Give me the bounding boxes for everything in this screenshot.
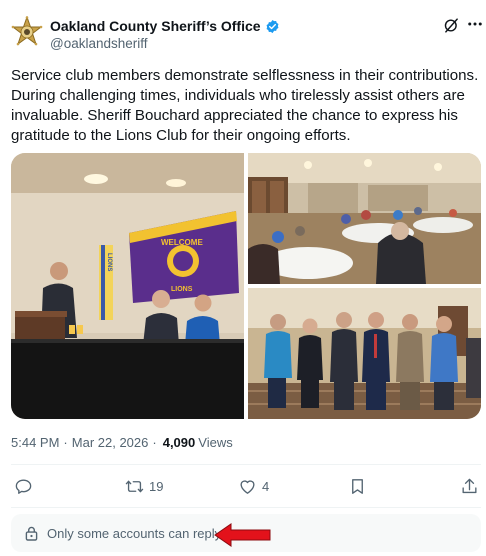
flag-lions-text: LIONS bbox=[106, 253, 112, 271]
reply-icon bbox=[15, 478, 32, 494]
divider-top bbox=[11, 464, 481, 465]
photo-banquet-room[interactable] bbox=[248, 153, 481, 284]
repost-count: 19 bbox=[149, 478, 164, 494]
banner-welcome-text: WELCOME bbox=[161, 238, 203, 247]
repost-icon bbox=[125, 480, 144, 492]
reply-button[interactable] bbox=[14, 472, 38, 500]
media-grid: WELCOME LIONS LIONS bbox=[11, 153, 481, 419]
views-count[interactable]: 4,090 bbox=[163, 435, 196, 450]
repost-button[interactable]: 19 bbox=[125, 472, 163, 500]
post-meta: 5:44 PM · Mar 22, 2026 · 4,090 Views bbox=[11, 435, 233, 450]
post-date[interactable]: Mar 22, 2026 bbox=[72, 435, 149, 450]
heart-icon bbox=[240, 479, 255, 494]
banner-lions-text: LIONS bbox=[171, 286, 193, 293]
action-bar: 19 4 bbox=[11, 472, 481, 500]
bookmark-button[interactable] bbox=[348, 472, 367, 500]
author-name-row[interactable]: Oakland County Sheriff’s Office bbox=[50, 18, 280, 34]
meta-separator: · bbox=[152, 435, 157, 450]
post-header: Oakland County Sheriff’s Office @oakland… bbox=[11, 14, 484, 58]
share-button[interactable] bbox=[460, 472, 479, 500]
bookmark-icon bbox=[352, 478, 363, 494]
more-options-icon[interactable] bbox=[466, 15, 484, 33]
meta-separator: · bbox=[63, 435, 68, 450]
photo-speaker-podium[interactable]: WELCOME LIONS LIONS bbox=[11, 153, 244, 419]
share-icon bbox=[462, 478, 477, 493]
lock-icon bbox=[25, 526, 38, 541]
author-display-name[interactable]: Oakland County Sheriff’s Office bbox=[50, 18, 261, 34]
divider-bottom bbox=[11, 507, 481, 508]
reply-restriction-text: Only some accounts can reply. bbox=[47, 525, 224, 541]
post-text: Service club members demonstrate selfles… bbox=[11, 67, 479, 144]
grok-icon[interactable] bbox=[443, 17, 460, 34]
like-button[interactable]: 4 bbox=[238, 472, 269, 500]
views-label: Views bbox=[198, 435, 233, 450]
like-count: 4 bbox=[262, 478, 270, 494]
post-time[interactable]: 5:44 PM bbox=[11, 435, 59, 450]
sheriff-star-badge-icon[interactable] bbox=[11, 16, 43, 50]
photo-group-lineup[interactable] bbox=[248, 288, 481, 419]
red-arrow-annotation-icon bbox=[214, 523, 271, 547]
author-handle[interactable]: @oaklandsheriff bbox=[50, 36, 148, 51]
verified-badge-icon bbox=[266, 19, 278, 33]
